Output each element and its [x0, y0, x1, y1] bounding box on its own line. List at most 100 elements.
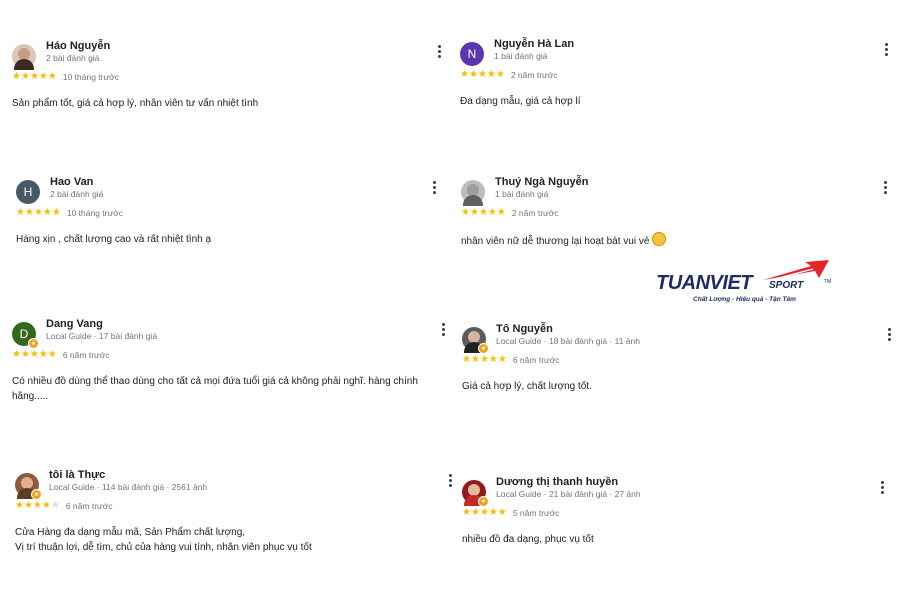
review-text: nhiều đồ đa dạng, phục vụ tốt: [462, 534, 594, 545]
star-filled-icon: ★: [497, 354, 507, 365]
logo-swoosh-icon: [763, 260, 829, 281]
star-filled-icon: ★: [479, 354, 489, 365]
avatar[interactable]: [461, 180, 485, 206]
reviewer-name[interactable]: Tô Nguyễn: [496, 323, 553, 335]
star-filled-icon: ★: [12, 349, 21, 360]
local-guide-badge-icon: ★: [478, 496, 489, 507]
star-filled-icon: ★: [470, 354, 480, 365]
star-filled-icon: ★: [20, 349, 30, 360]
star-filled-icon: ★: [47, 71, 57, 82]
more-options-icon[interactable]: [438, 320, 448, 338]
star-filled-icon: ★: [497, 507, 507, 518]
star-filled-icon: ★: [462, 507, 471, 518]
reviewer-name[interactable]: Nguyễn Hà Lan: [494, 38, 574, 50]
star-filled-icon: ★: [47, 349, 57, 360]
reviewer-meta: 1 bài đánh giá: [495, 189, 549, 199]
review-text-line: Vị trí thuận lợi, dễ tìm, chủ của hàng v…: [15, 542, 312, 553]
reviewer-name[interactable]: tôi là Thực: [49, 469, 105, 481]
rating-row: ★★★★★ 5 năm trước: [462, 507, 560, 519]
avatar[interactable]: ★: [15, 473, 42, 500]
star-filled-icon: ★: [478, 207, 488, 218]
review-text: Cửa Hàng đa dạng mẫu mã, Sản Phẩm chất l…: [15, 525, 312, 555]
review-date: 6 năm trước: [62, 350, 110, 360]
review-text-line: Cửa Hàng đa dạng mẫu mã, Sản Phẩm chất l…: [15, 527, 246, 538]
star-filled-icon: ★: [24, 207, 34, 218]
avatar[interactable]: [12, 44, 36, 70]
logo-trademark: TM: [824, 279, 832, 285]
review-date: 10 tháng trước: [62, 72, 119, 82]
avatar[interactable]: ★: [462, 480, 489, 507]
star-filled-icon: ★: [460, 69, 469, 80]
star-filled-icon: ★: [32, 500, 42, 511]
more-options-icon[interactable]: [445, 471, 455, 489]
review-date: 6 năm trước: [512, 355, 560, 365]
star-filled-icon: ★: [487, 207, 497, 218]
more-options-icon[interactable]: [881, 40, 891, 58]
avatar-letter: N: [467, 47, 477, 61]
review-text-content: nhân viên nữ dễ thương lại hoạt bát vui …: [461, 236, 650, 247]
local-guide-badge-icon: ★: [28, 338, 39, 349]
star-filled-icon: ★: [16, 207, 25, 218]
logo-tagline: Chất Lượng - Hiệu quả - Tận Tâm: [693, 296, 796, 303]
star-filled-icon: ★: [23, 500, 33, 511]
avatar[interactable]: N: [460, 42, 484, 66]
star-filled-icon: ★: [469, 207, 479, 218]
star-filled-icon: ★: [461, 207, 470, 218]
logo-sport-text: SPORT: [769, 280, 804, 291]
local-guide-badge-icon: ★: [478, 343, 489, 354]
review-date: 2 năm trước: [510, 70, 558, 80]
star-filled-icon: ★: [38, 71, 48, 82]
reviewer-name[interactable]: Hao Van: [50, 176, 93, 188]
avatar[interactable]: D ★: [12, 322, 39, 349]
reviewer-name[interactable]: Háo Nguyễn: [46, 40, 110, 52]
avatar[interactable]: ★: [462, 327, 489, 354]
star-rating: ★★★★★: [462, 355, 507, 365]
star-filled-icon: ★: [15, 500, 24, 511]
star-filled-icon: ★: [495, 69, 505, 80]
star-rating: ★★★★★: [12, 350, 57, 360]
more-options-icon[interactable]: [429, 178, 439, 196]
smiling-face-emoji-icon: [652, 232, 667, 246]
avatar-letter: H: [23, 185, 33, 199]
reviewer-meta: Local Guide · 21 bài đánh giá · 27 ảnh: [496, 489, 641, 499]
star-filled-icon: ★: [38, 349, 48, 360]
review-date: 5 năm trước: [512, 508, 560, 518]
avatar-letter: D: [19, 327, 29, 341]
star-filled-icon: ★: [12, 71, 21, 82]
reviewer-name[interactable]: Thuý Ngà Nguyễn: [495, 176, 589, 188]
rating-row: ★★★★★ 10 tháng trước: [16, 208, 123, 219]
reviewer-meta: Local Guide · 18 bài đánh giá · 11 ảnh: [496, 336, 640, 346]
star-filled-icon: ★: [33, 207, 43, 218]
reviewer-meta: 2 bài đánh giá: [46, 53, 100, 63]
reviewer-meta: 2 bài đánh giá: [50, 189, 104, 199]
more-options-icon[interactable]: [877, 478, 887, 496]
reviewer-name[interactable]: Dang Vang: [46, 318, 103, 330]
rating-row: ★★★★★ 10 tháng trước: [12, 72, 119, 83]
star-rating: ★★★★★: [460, 70, 505, 80]
star-filled-icon: ★: [486, 69, 496, 80]
star-filled-icon: ★: [42, 207, 52, 218]
avatar[interactable]: H: [16, 180, 40, 204]
reviewer-meta: 1 bài đánh giá: [494, 51, 548, 61]
review-text: Giá cả hợp lý, chất lượng tốt.: [462, 381, 592, 392]
rating-row: ★★★★★ 2 năm trước: [461, 207, 559, 219]
review-text-line: hãng.....: [12, 391, 49, 402]
rating-row: ★★★★★ 2 năm trước: [460, 70, 558, 81]
local-guide-badge-icon: ★: [31, 489, 42, 500]
star-filled-icon: ★: [41, 500, 51, 511]
star-rating: ★★★★★: [12, 72, 57, 82]
more-options-icon[interactable]: [880, 178, 890, 196]
review-text-line: Có nhiều đồ dùng thể thao dùng cho tất c…: [12, 376, 418, 387]
star-filled-icon: ★: [479, 507, 489, 518]
review-date: 2 năm trước: [511, 208, 559, 218]
more-options-icon[interactable]: [884, 325, 894, 343]
reviewer-name[interactable]: Dương thị thanh huyền: [496, 476, 618, 488]
rating-row: ★★★★★ 6 năm trước: [462, 355, 560, 366]
star-rating: ★★★★★: [16, 208, 61, 218]
star-rating: ★★★★★: [15, 501, 60, 511]
reviewer-meta: Local Guide · 17 bài đánh giá: [46, 331, 158, 341]
brand-logo: TUANVIET SPORT TM Chất Lượng - Hiệu quả …: [656, 258, 846, 308]
review-date: 6 năm trước: [65, 501, 113, 511]
star-filled-icon: ★: [20, 71, 30, 82]
more-options-icon[interactable]: [434, 42, 444, 60]
